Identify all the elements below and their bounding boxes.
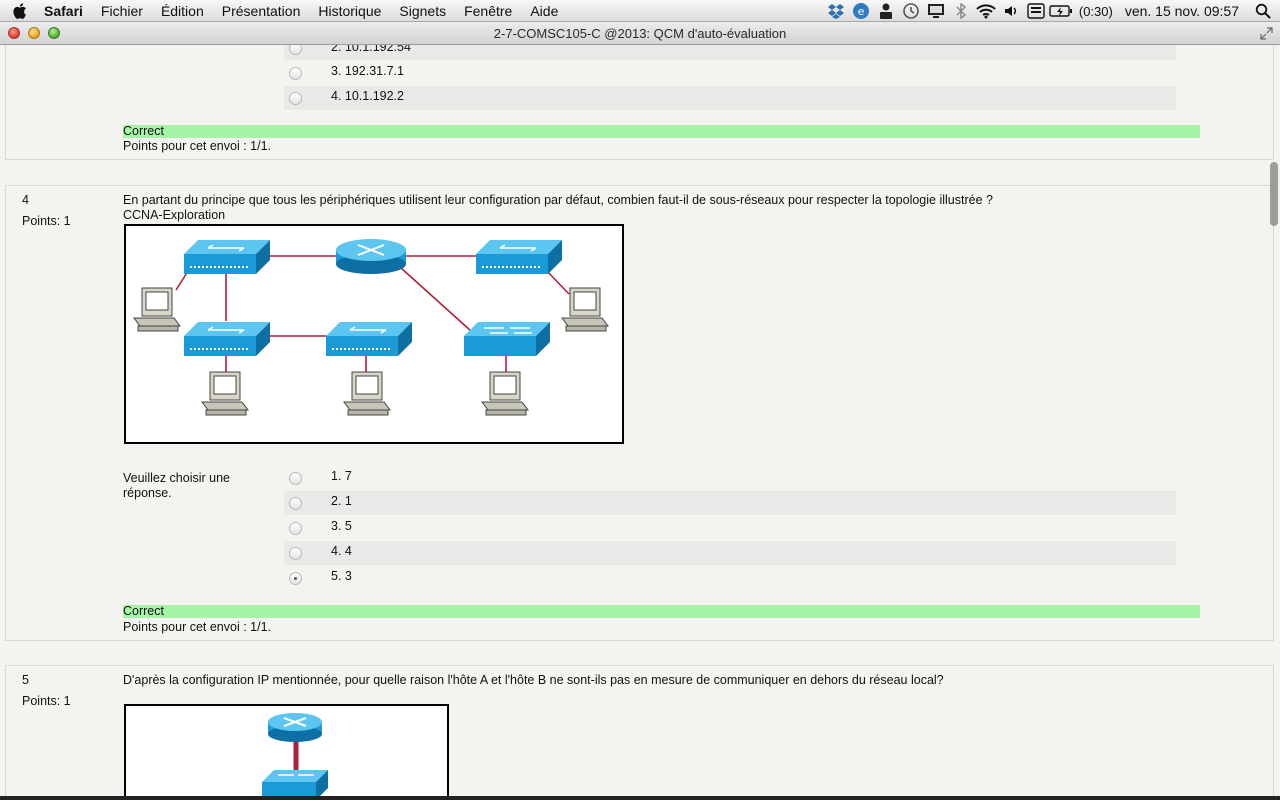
- vertical-scrollbar[interactable]: [1270, 162, 1278, 226]
- feedback-correct: Correct: [123, 125, 1200, 138]
- fullscreen-icon[interactable]: [1260, 27, 1273, 40]
- dropbox-icon[interactable]: [824, 0, 849, 22]
- question-4: 4 Points: 1 En partant du principe que t…: [5, 185, 1274, 641]
- menu-safari[interactable]: Safari: [40, 0, 92, 22]
- wifi-icon[interactable]: [974, 0, 999, 22]
- answer-option[interactable]: 3. 192.31.7.1: [284, 61, 1176, 85]
- menu-edition[interactable]: Édition: [152, 0, 213, 22]
- question-points: Points: 1: [22, 214, 71, 228]
- keyboard-input-icon[interactable]: [1024, 0, 1049, 22]
- volume-icon[interactable]: [999, 0, 1024, 22]
- answer-radio[interactable]: [289, 497, 302, 510]
- menu-bar: Safari Fichier Édition Présentation Hist…: [0, 0, 1280, 22]
- answer-label: 4. 10.1.192.2: [331, 89, 404, 103]
- window-title: 2-7-COMSC105-C @2013: QCM d'auto-évaluat…: [493, 26, 787, 41]
- question-3: 2. 10.1.192.54 3. 192.31.7.1 4. 10.1.192…: [5, 45, 1274, 160]
- answer-radio[interactable]: [289, 92, 302, 105]
- apple-menu-icon[interactable]: [0, 0, 40, 22]
- menu-fichier[interactable]: Fichier: [92, 0, 152, 22]
- answer-radio-selected[interactable]: [289, 572, 302, 585]
- score-text: Points pour cet envoi : 1/1.: [123, 139, 272, 153]
- answer-option[interactable]: 3. 5: [284, 516, 1176, 540]
- score-text: Points pour cet envoi : 1/1.: [123, 620, 272, 634]
- sync-icon[interactable]: e: [849, 0, 874, 22]
- question-text: D'après la configuration IP mentionnée, …: [123, 673, 944, 687]
- question-number: 5: [22, 673, 29, 687]
- menubar-clock[interactable]: ven. 15 nov. 09:57: [1118, 3, 1246, 19]
- menu-aide[interactable]: Aide: [521, 0, 567, 22]
- battery-icon[interactable]: [1049, 0, 1074, 22]
- answer-option[interactable]: 4. 4: [284, 541, 1176, 565]
- answer-option[interactable]: 4. 10.1.192.2: [284, 86, 1176, 110]
- answer-label: 1. 7: [331, 469, 352, 483]
- answer-option[interactable]: 2. 10.1.192.54: [284, 45, 1176, 60]
- feedback-correct: Correct: [123, 605, 1200, 618]
- user-lock-icon[interactable]: [874, 0, 899, 22]
- answer-prompt: Veuillez choisir une réponse.: [123, 471, 231, 500]
- window-titlebar: 2-7-COMSC105-C @2013: QCM d'auto-évaluat…: [0, 22, 1280, 45]
- menu-fenetre[interactable]: Fenêtre: [455, 0, 521, 22]
- answer-radio[interactable]: [289, 472, 302, 485]
- question-source: CCNA-Exploration: [123, 208, 226, 222]
- answer-label: 3. 192.31.7.1: [331, 64, 404, 78]
- spotlight-search-icon[interactable]: [1246, 0, 1280, 22]
- svg-text:e: e: [858, 5, 865, 18]
- answer-radio[interactable]: [289, 522, 302, 535]
- menu-presentation[interactable]: Présentation: [213, 0, 310, 22]
- display-icon[interactable]: [924, 0, 949, 22]
- answer-label: 3. 5: [331, 519, 352, 533]
- network-topology-diagram: [124, 224, 624, 444]
- page-content: 2. 10.1.192.54 3. 192.31.7.1 4. 10.1.192…: [0, 45, 1280, 796]
- question-points: Points: 1: [22, 694, 71, 708]
- answer-radio[interactable]: [289, 547, 302, 560]
- answer-option[interactable]: 2. 1: [284, 491, 1176, 515]
- answer-label: 2. 1: [331, 494, 352, 508]
- answer-option-selected[interactable]: 5. 3: [284, 566, 1176, 590]
- answer-option[interactable]: 1. 7: [284, 466, 1176, 490]
- menu-historique[interactable]: Historique: [309, 0, 390, 22]
- question-number: 4: [22, 193, 29, 207]
- answer-label: 4. 4: [331, 544, 352, 558]
- battery-time: (0:30): [1078, 3, 1113, 19]
- question-5: 5 Points: 1 D'après la configuration IP …: [5, 665, 1274, 796]
- answer-radio[interactable]: [289, 67, 302, 80]
- window-bottom-edge: [0, 796, 1280, 800]
- answer-radio[interactable]: [289, 45, 302, 55]
- answer-label: 5. 3: [331, 569, 352, 583]
- bluetooth-icon[interactable]: [949, 0, 974, 22]
- time-machine-icon[interactable]: [899, 0, 924, 22]
- question-text: En partant du principe que tous les péri…: [123, 193, 993, 207]
- answer-label: 2. 10.1.192.54: [331, 45, 411, 54]
- ip-configuration-diagram: [124, 704, 449, 796]
- menu-signets[interactable]: Signets: [390, 0, 455, 22]
